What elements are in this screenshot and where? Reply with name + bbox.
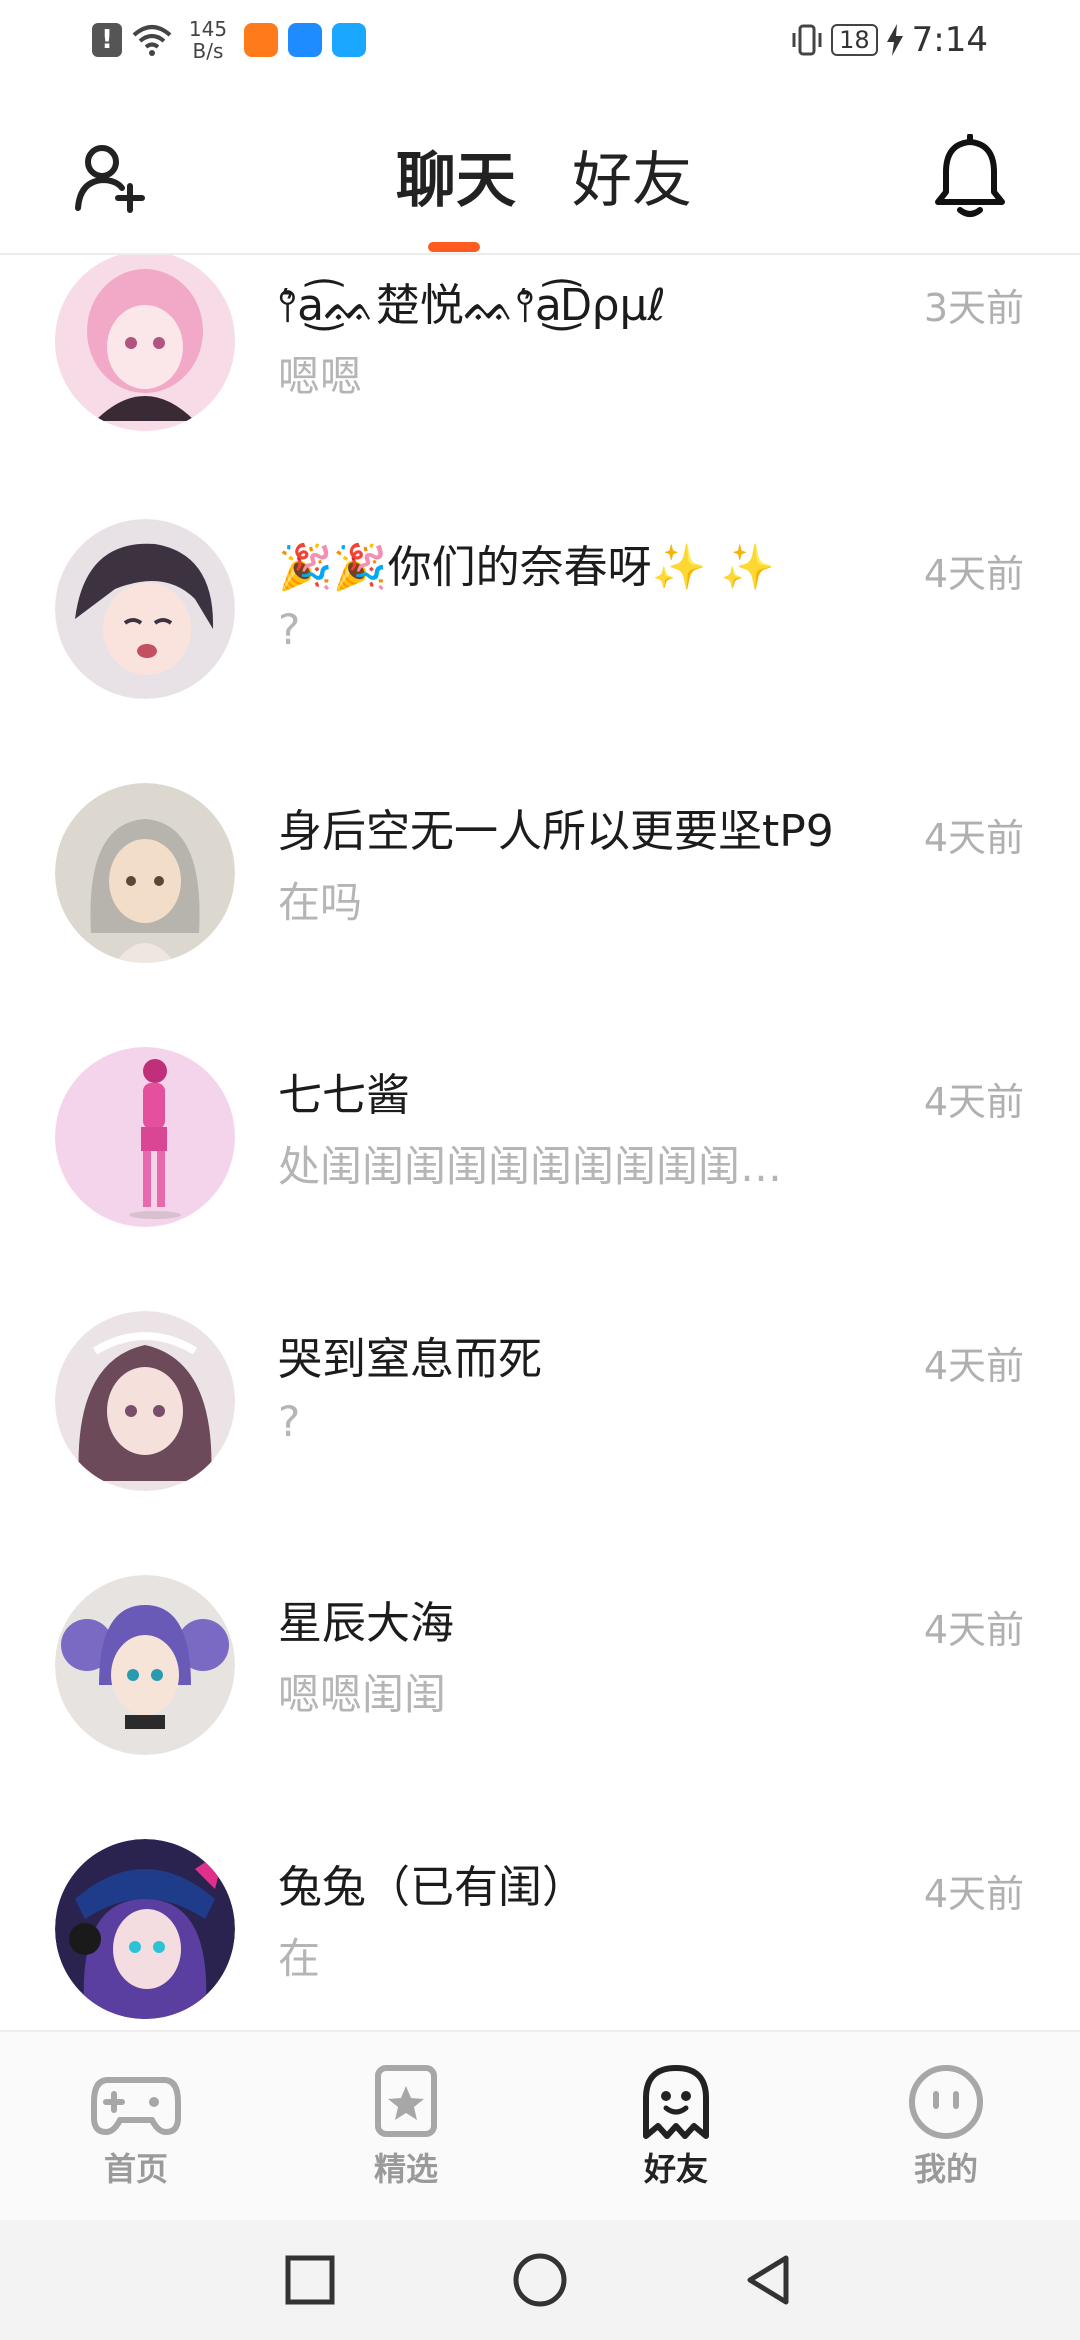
alert-icon: !	[92, 23, 122, 57]
nav-featured-label: 精选	[373, 2150, 438, 2188]
avatar[interactable]	[55, 1839, 235, 2019]
active-tab-indicator	[428, 242, 480, 252]
network-speed-value: 145	[188, 17, 228, 41]
chat-item[interactable]: 🎉🎉你们的奈春呀✨ ✨ ? 4天前	[0, 519, 1080, 783]
avatar[interactable]	[55, 1311, 235, 1491]
home-circle-icon[interactable]	[510, 2250, 570, 2310]
nav-home-label: 首页	[103, 2150, 168, 2188]
chat-message: 处闺闺闺闺闺闺闺闺闺闺…	[278, 1142, 783, 1191]
chat-item[interactable]: ⫯͛a͜͡ᨐ楚悦ᨐ⫯͛a͜͡Ꭰρμℓ 嗯嗯 3天前	[0, 255, 1080, 519]
chat-message: 嗯嗯闺闺	[278, 1670, 447, 1719]
chat-message: ?	[278, 1397, 301, 1446]
clock: 7:14	[911, 20, 988, 60]
add-friend-icon[interactable]	[72, 140, 148, 216]
video-app-icon	[244, 23, 278, 57]
chat-item[interactable]: 哭到窒息而死 ? 4天前	[0, 1311, 1080, 1575]
battery-indicator: 18	[831, 24, 878, 56]
smiley-face-icon	[909, 2065, 983, 2139]
chat-name: ⫯͛a͜͡ᨐ楚悦ᨐ⫯͛a͜͡Ꭰρμℓ	[278, 280, 666, 331]
tab-chat[interactable]: 聊天	[396, 132, 516, 219]
avatar[interactable]	[55, 1047, 235, 1227]
status-right: 18 7:14	[791, 20, 988, 60]
chat-message: 在吗	[278, 878, 363, 927]
network-speed-unit: B/s	[192, 39, 224, 63]
chat-time: 4天前	[923, 816, 1024, 860]
avatar[interactable]	[55, 255, 235, 431]
weather-app-icon	[288, 23, 322, 57]
charging-icon	[886, 24, 903, 56]
status-bar: ! 145 B/s 18 7:14	[0, 0, 1080, 90]
tab-friends[interactable]: 好友	[572, 132, 692, 219]
notification-bell-icon[interactable]	[932, 134, 1008, 218]
nav-mine-label: 我的	[913, 2150, 978, 2188]
recent-apps-icon[interactable]	[280, 2250, 340, 2310]
status-left: ! 145 B/s	[92, 18, 366, 62]
nav-mine[interactable]: 我的	[866, 2062, 1026, 2190]
nav-featured[interactable]: 精选	[326, 2062, 486, 2190]
chat-name: 星辰大海	[278, 1598, 454, 1649]
nav-friends-label: 好友	[643, 2150, 708, 2188]
chat-name: 🎉🎉你们的奈春呀✨ ✨	[278, 542, 776, 593]
chat-name: 七七酱	[278, 1070, 410, 1121]
nav-home[interactable]: 首页	[56, 2062, 216, 2190]
star-bookmark-icon	[375, 2065, 437, 2137]
chat-name: 兔兔（已有闺）	[278, 1862, 586, 1913]
nav-friends[interactable]: 好友	[596, 2062, 756, 2196]
gamepad-icon	[91, 2077, 181, 2135]
chat-message: 嗯嗯	[278, 352, 363, 401]
avatar[interactable]	[55, 1575, 235, 1755]
chat-item[interactable]: 七七酱 处闺闺闺闺闺闺闺闺闺闺… 4天前	[0, 1047, 1080, 1311]
bottom-nav: 首页 精选 好友 我的	[0, 2030, 1080, 2220]
chat-time: 4天前	[923, 1872, 1024, 1916]
avatar[interactable]	[55, 519, 235, 699]
wifi-icon	[132, 25, 172, 56]
chat-message: ?	[278, 605, 301, 654]
chat-name: 哭到窒息而死	[278, 1334, 542, 1385]
chat-item[interactable]: 兔兔（已有闺） 在 4天前	[0, 1839, 1080, 2030]
chat-list: ⫯͛a͜͡ᨐ楚悦ᨐ⫯͛a͜͡Ꭰρμℓ 嗯嗯 3天前 🎉🎉你们的奈春呀✨ ✨ ? …	[0, 255, 1080, 2030]
chat-item[interactable]: 星辰大海 嗯嗯闺闺 4天前	[0, 1575, 1080, 1839]
chat-time: 4天前	[923, 1608, 1024, 1652]
chat-time: 4天前	[923, 1344, 1024, 1388]
search-app-icon	[332, 23, 366, 57]
vibrate-icon	[792, 24, 822, 56]
avatar[interactable]	[55, 783, 235, 963]
chat-time: 4天前	[923, 552, 1024, 596]
header: 聊天 好友	[0, 90, 1080, 255]
system-nav-bar	[0, 2220, 1080, 2340]
back-triangle-icon[interactable]	[740, 2250, 800, 2310]
chat-message: 在	[278, 1934, 321, 1983]
chat-time: 3天前	[923, 286, 1024, 330]
chat-item[interactable]: 身后空无一人所以更要坚tP9 在吗 4天前	[0, 783, 1080, 1047]
chat-time: 4天前	[923, 1080, 1024, 1124]
network-speed: 145 B/s	[182, 18, 234, 62]
ghost-icon	[643, 2065, 709, 2139]
chat-name: 身后空无一人所以更要坚tP9	[278, 806, 834, 857]
